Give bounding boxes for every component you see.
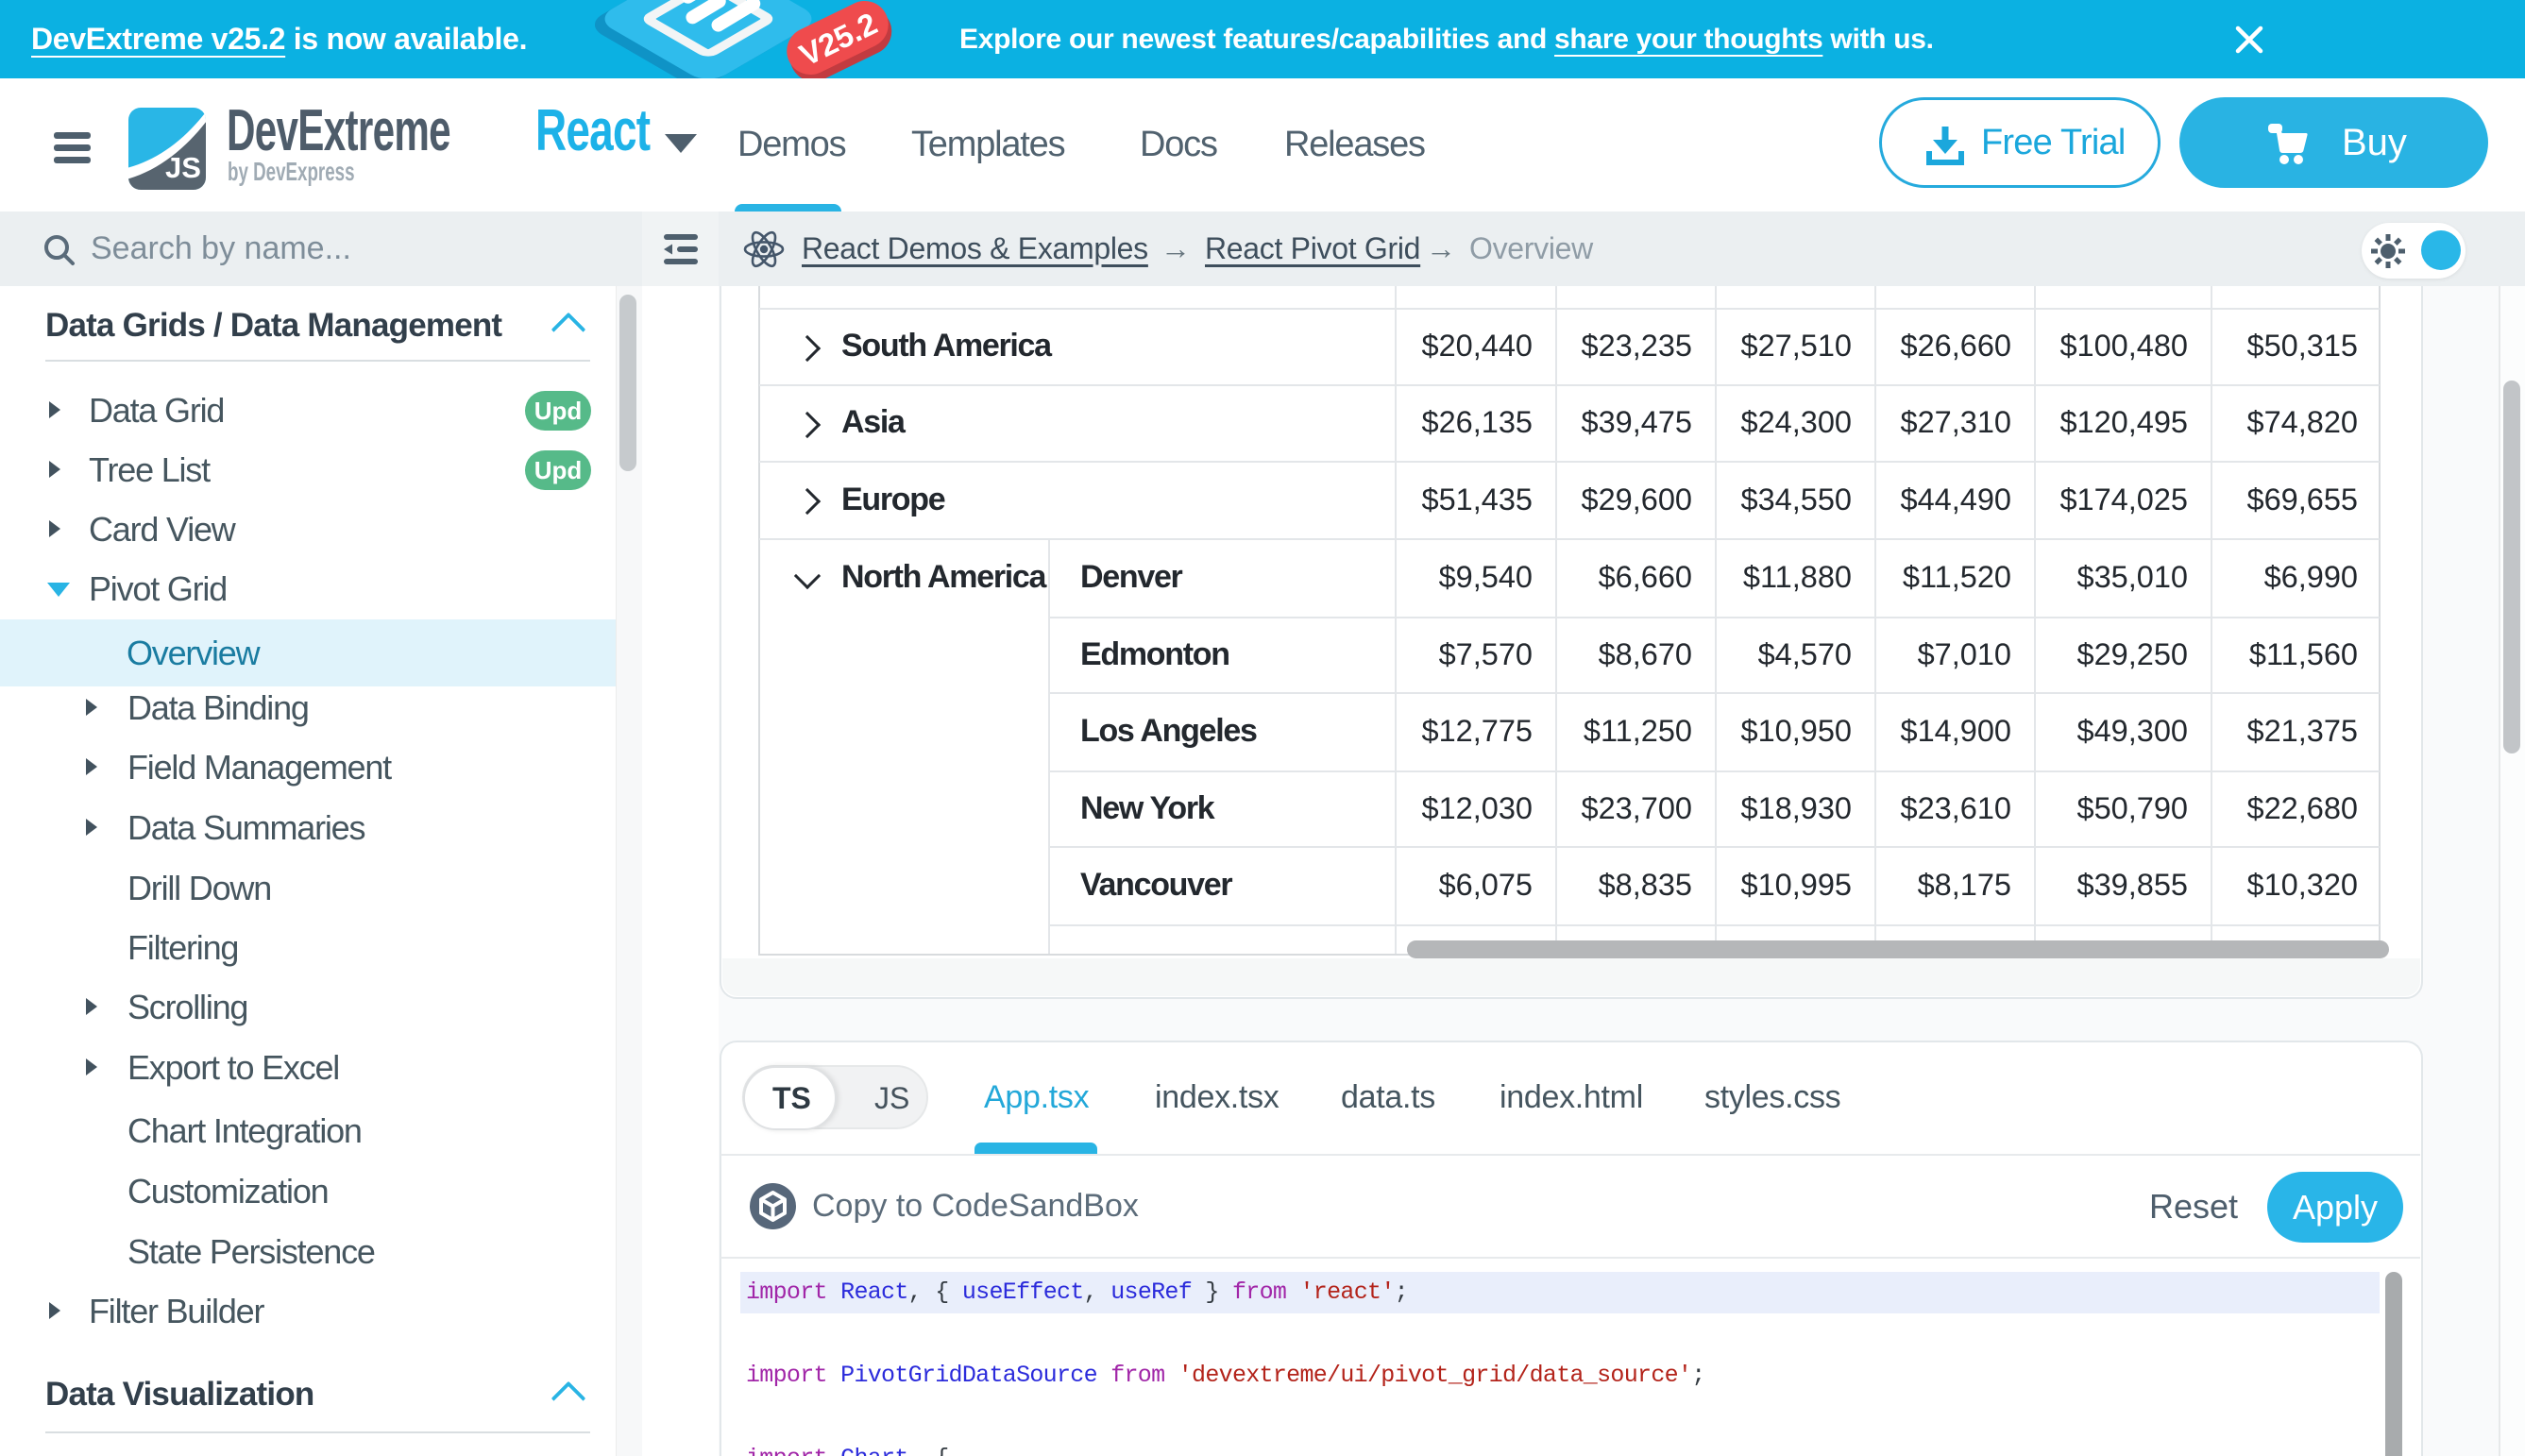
svg-text:JS: JS — [165, 151, 201, 184]
